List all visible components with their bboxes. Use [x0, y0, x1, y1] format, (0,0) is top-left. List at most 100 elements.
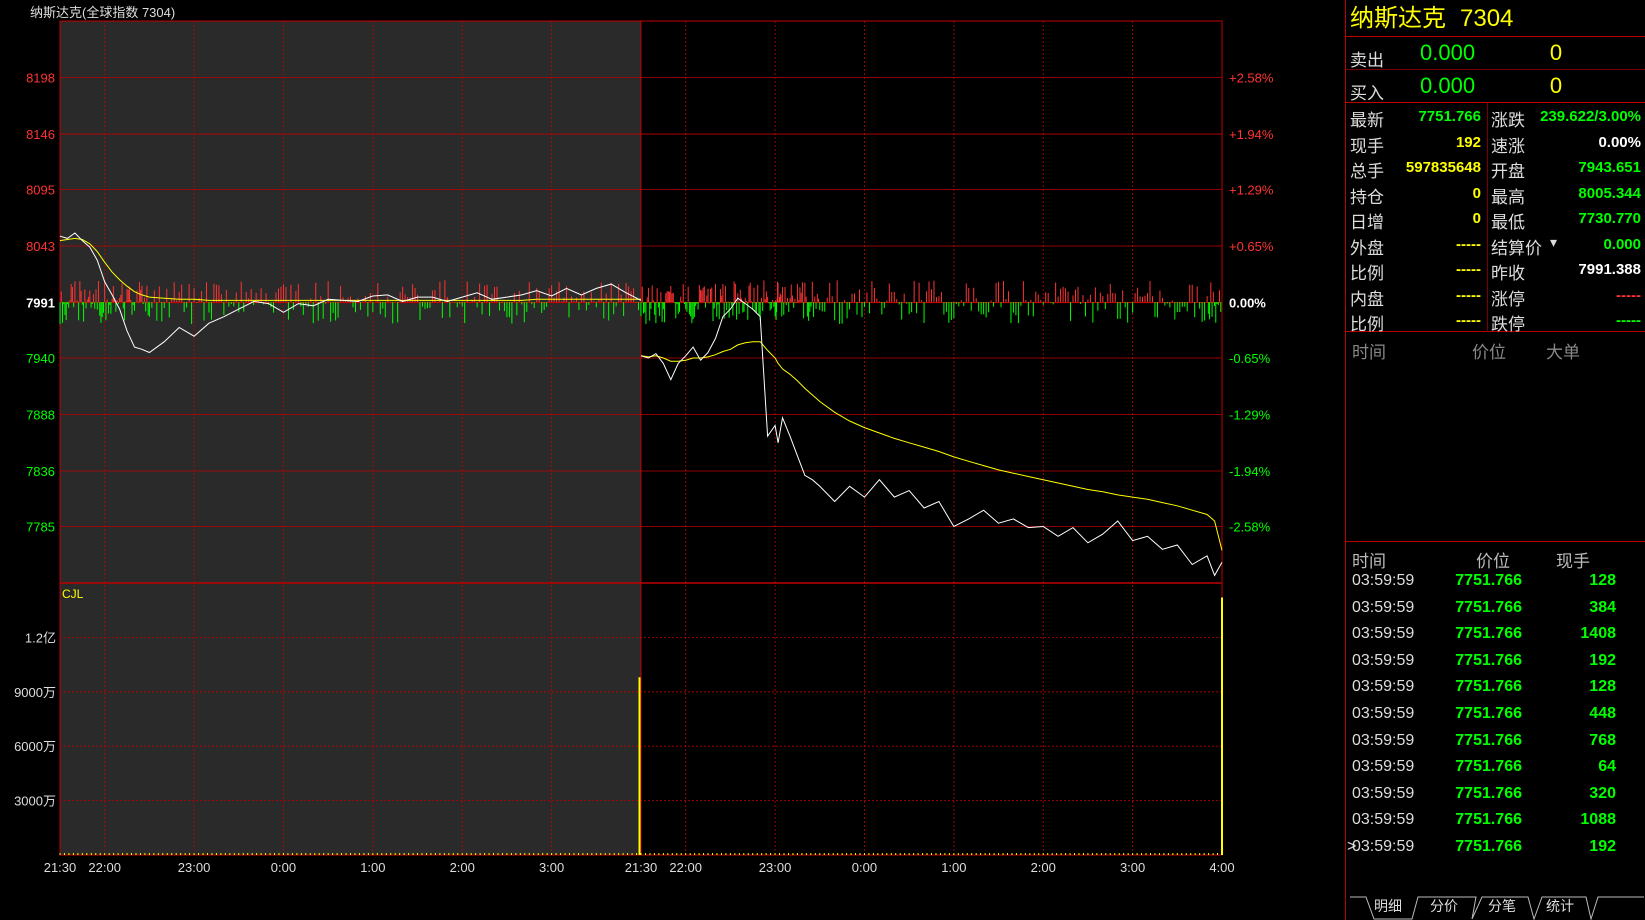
percent-tick-label: 0.00% — [1229, 296, 1266, 311]
quote-label: 速涨 — [1491, 136, 1525, 156]
quote-row: 持仓 0 最高 8005.344 — [1346, 181, 1645, 207]
quote-label: 持仓 — [1350, 187, 1384, 207]
tick-volume: 384 — [1589, 598, 1616, 616]
quote-value: 7991.388 — [1578, 261, 1641, 278]
tab-detail[interactable]: 明细 — [1358, 895, 1418, 917]
tick-time: 03:59:59 — [1352, 784, 1415, 802]
quote-row: 现手 192 速涨 0.00% — [1346, 130, 1645, 156]
volume-tick-label: 3000万 — [14, 794, 56, 809]
percent-tick-label: +2.58% — [1229, 71, 1274, 86]
volume-tick-label: 9000万 — [14, 685, 56, 700]
percent-tick-label: -1.29% — [1229, 408, 1271, 423]
quote-label: 比例 — [1350, 264, 1384, 283]
instrument-title: 纳斯达克 7304 — [1346, 0, 1645, 37]
tick-volume: 768 — [1589, 731, 1616, 749]
time-tick-label: 21:30 — [44, 860, 77, 875]
time-tick-label: 23:00 — [178, 860, 211, 875]
current-row-marker: > — [1347, 838, 1357, 855]
quote-value: 0.000 — [1603, 235, 1641, 253]
quote-label: 最高 — [1491, 187, 1525, 207]
quote-row: 内盘 ----- 涨停 ----- — [1346, 283, 1645, 309]
tick-row[interactable]: 03:59:59 7751.766 192 > — [1346, 838, 1645, 865]
volume-tick-label: 1.2亿 — [25, 630, 56, 645]
quote-value: ----- — [1456, 235, 1481, 253]
quote-table: 最新 7751.766 涨跌 239.622/3.00% 现手 192 速涨 0.00% 总手 5… — [1346, 103, 1645, 334]
ask-price: 0.000 — [1420, 40, 1476, 65]
tick-volume-header: 现手 — [1556, 552, 1590, 571]
ask-volume: 0 — [1549, 40, 1563, 65]
dropdown-caret-icon[interactable]: ▾ — [1550, 234, 1557, 251]
tick-volume: 128 — [1589, 678, 1616, 696]
tick-row[interactable]: 03:59:59 7751.766 448 — [1346, 705, 1645, 732]
tick-row[interactable]: 03:59:59 7751.766 1408 — [1346, 625, 1645, 652]
tick-price: 7751.766 — [1455, 572, 1522, 589]
tick-time: 03:59:59 — [1352, 811, 1415, 829]
price-line — [640, 297, 1223, 577]
tick-price: 7751.766 — [1455, 705, 1522, 722]
quote-row: 比例 ----- 跌停 ----- — [1346, 308, 1645, 334]
quote-panel: 纳斯达克 7304 卖出 0.000 0 买入 0.000 0 最新 7751.76… — [1345, 0, 1645, 920]
instrument-name: 纳斯达克 — [1350, 5, 1446, 32]
tab-statistics[interactable]: 统计 — [1530, 895, 1590, 917]
tab-trades[interactable]: 分笔 — [1472, 895, 1532, 917]
big-order-list[interactable]: 时间 价位 大单 — [1346, 332, 1645, 542]
tick-time: 03:59:59 — [1352, 678, 1415, 696]
tick-row[interactable]: 03:59:59 7751.766 192 — [1346, 652, 1645, 679]
history-background — [60, 21, 641, 855]
quote-value: ----- — [1456, 286, 1481, 304]
quote-value: 7751.766 — [1418, 108, 1481, 125]
quote-value: ----- — [1616, 312, 1641, 329]
quote-label: 最新 — [1350, 111, 1384, 130]
quote-value: ----- — [1456, 261, 1481, 278]
tick-volume: 128 — [1589, 572, 1616, 589]
quote-value: 0.00% — [1598, 133, 1641, 151]
time-tick-label: 21:30 — [625, 860, 658, 875]
tick-price: 7751.766 — [1455, 838, 1522, 855]
tick-price: 7751.766 — [1455, 651, 1522, 669]
intraday-chart[interactable]: 8198 +2.58% 8146 +1.94% 8095 +1.29% 8043 +0.65%… — [0, 0, 1345, 920]
quote-value: ----- — [1456, 312, 1481, 329]
big-order-size-header: 大单 — [1546, 343, 1580, 362]
time-tick-label: 2:00 — [1031, 860, 1056, 875]
tick-row[interactable]: 03:59:59 7751.766 128 — [1346, 678, 1645, 705]
percent-tick-label: -1.94% — [1229, 464, 1271, 479]
tick-row[interactable]: 03:59:59 7751.766 64 — [1346, 758, 1645, 785]
tick-price: 7751.766 — [1455, 598, 1522, 616]
percent-tick-label: -2.58% — [1229, 519, 1271, 534]
time-tick-label: 22:00 — [88, 860, 121, 875]
tick-volume: 1088 — [1580, 811, 1616, 829]
big-order-time-header: 时间 — [1352, 343, 1386, 362]
time-tick-label: 1:00 — [941, 860, 966, 875]
price-tick-label: 8198 — [26, 71, 55, 86]
price-tick-label: 8043 — [26, 239, 55, 254]
time-tick-label: 4:00 — [1209, 860, 1234, 875]
big-order-price-header: 价位 — [1472, 343, 1506, 362]
tick-price: 7751.766 — [1455, 758, 1522, 776]
tick-row[interactable]: 03:59:59 7751.766 768 — [1346, 732, 1645, 759]
quote-label: 涨停 — [1491, 289, 1525, 309]
percent-tick-label: +1.29% — [1229, 182, 1274, 197]
tick-time-header: 时间 — [1352, 552, 1386, 571]
tick-list[interactable]: 时间 价位 现手 03:59:59 7751.766 128 03:59:59 7751… — [1346, 542, 1645, 872]
tick-row[interactable]: 03:59:59 7751.766 1088 — [1346, 811, 1645, 838]
quote-value: 7730.770 — [1578, 210, 1641, 227]
tick-row[interactable]: 03:59:59 7751.766 128 — [1346, 572, 1645, 599]
quote-label: 昨收 — [1491, 264, 1525, 283]
price-tick-label: 8095 — [26, 182, 55, 197]
chart-canvas[interactable]: 8198 +2.58% 8146 +1.94% 8095 +1.29% 8043 +0.65%… — [0, 0, 1345, 920]
tab-price-distribution[interactable]: 分价 — [1414, 895, 1474, 917]
volume-tick-label: 6000万 — [14, 739, 56, 754]
time-tick-label: 0:00 — [271, 860, 296, 875]
time-tick-label: 3:00 — [1120, 860, 1145, 875]
instrument-code: 7304 — [1460, 5, 1514, 32]
tick-row[interactable]: 03:59:59 7751.766 384 — [1346, 599, 1645, 626]
price-tick-label: 8146 — [26, 127, 55, 142]
tick-price: 7751.766 — [1455, 784, 1522, 802]
quote-label: 外盘 — [1350, 238, 1384, 258]
quote-value: 0 — [1472, 210, 1481, 227]
tick-row[interactable]: 03:59:59 7751.766 320 — [1346, 785, 1645, 812]
time-tick-label: 22:00 — [669, 860, 702, 875]
quote-value: 192 — [1455, 133, 1481, 151]
tick-volume: 1408 — [1580, 625, 1616, 643]
quote-row: 外盘 ----- 结算价 0.000 ▾ — [1346, 232, 1645, 258]
